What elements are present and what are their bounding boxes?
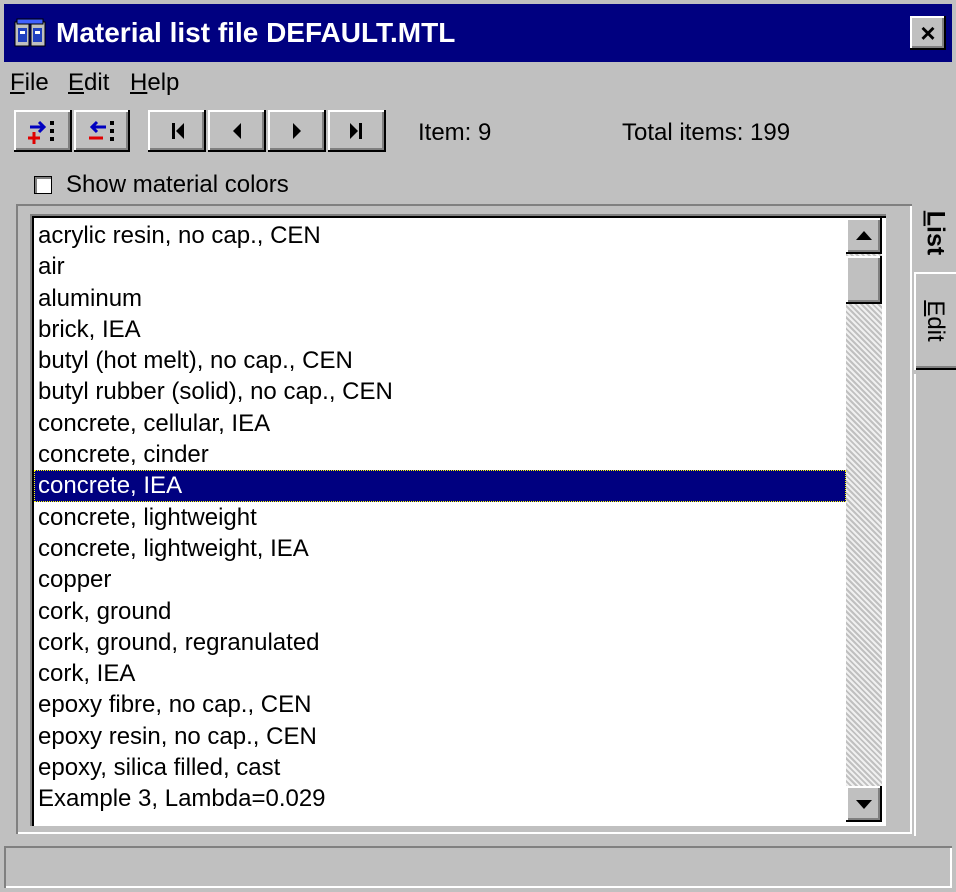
remove-item-icon [89,120,114,141]
menu-help[interactable]: Help [130,66,179,100]
scroll-thumb[interactable] [846,256,882,304]
list-item[interactable]: concrete, cinder [34,439,846,470]
list-item[interactable]: Example 3, Lambda=0.029 [34,783,846,814]
scroll-up-button[interactable] [846,218,882,254]
list-item[interactable]: butyl rubber (solid), no cap., CEN [34,376,846,407]
next-icon [293,123,301,139]
list-item[interactable]: copper [34,564,846,595]
previous-item-button[interactable] [208,110,266,152]
arrow-down-icon [856,800,872,809]
list-item[interactable]: air [34,251,846,282]
menu-file[interactable]: File [10,66,49,100]
total-items-label: Total items: 199 [622,119,791,146]
close-button[interactable]: × [910,16,946,50]
show-colors-label[interactable]: Show material colors [66,168,289,202]
tab-edit-label: Edit [922,300,949,342]
list-item[interactable]: brick, IEA [34,314,846,345]
tab-list[interactable]: List [916,196,954,270]
app-icon [14,18,46,47]
list-item[interactable]: concrete, lightweight [34,502,846,533]
current-item-label: Item: 9 [418,119,492,146]
scroll-down-button[interactable] [846,786,882,822]
list-item[interactable]: epoxy, silica filled, cast [34,752,846,783]
previous-icon [233,123,241,139]
next-item-button[interactable] [268,110,326,152]
list-item[interactable]: concrete, cellular, IEA [34,408,846,439]
tab-edit[interactable]: Edit [914,272,956,370]
list-item[interactable]: cork, ground [34,596,846,627]
list-item[interactable]: cork, IEA [34,658,846,689]
show-colors-checkbox[interactable] [34,176,52,194]
list-item[interactable]: acrylic resin, no cap., CEN [34,220,846,251]
list-item[interactable]: concrete, IEA [34,470,846,502]
window-title: Material list file DEFAULT.MTL [56,17,456,48]
remove-material-button[interactable] [74,110,130,152]
material-list-window: Material list file DEFAULT.MTL × File Ed… [0,0,956,892]
add-material-button[interactable] [14,110,72,152]
status-bar [4,846,952,888]
list-item[interactable]: concrete, lightweight, IEA [34,533,846,564]
list-item[interactable]: butyl (hot melt), no cap., CEN [34,345,846,376]
material-list: acrylic resin, no cap., CEN air aluminum br… [34,220,846,815]
title-bar[interactable]: Material list file DEFAULT.MTL × [4,4,952,62]
list-item[interactable]: aluminum [34,283,846,314]
list-item[interactable]: epoxy resin, no cap., CEN [34,721,846,752]
first-item-button[interactable] [148,110,206,152]
material-listbox[interactable]: acrylic resin, no cap., CEN air aluminum br… [30,214,886,826]
list-item[interactable]: cork, ground, regranulated [34,627,846,658]
tab-edge [914,374,916,836]
menu-edit[interactable]: Edit [68,66,109,100]
first-icon [172,123,184,139]
vertical-scrollbar[interactable] [846,218,882,822]
list-item[interactable]: epoxy fibre, no cap., CEN [34,689,846,720]
tab-list-label: List [921,210,950,256]
add-item-icon [28,120,54,144]
last-item-button[interactable] [328,110,386,152]
arrow-up-icon [856,231,872,240]
last-icon [350,123,362,139]
